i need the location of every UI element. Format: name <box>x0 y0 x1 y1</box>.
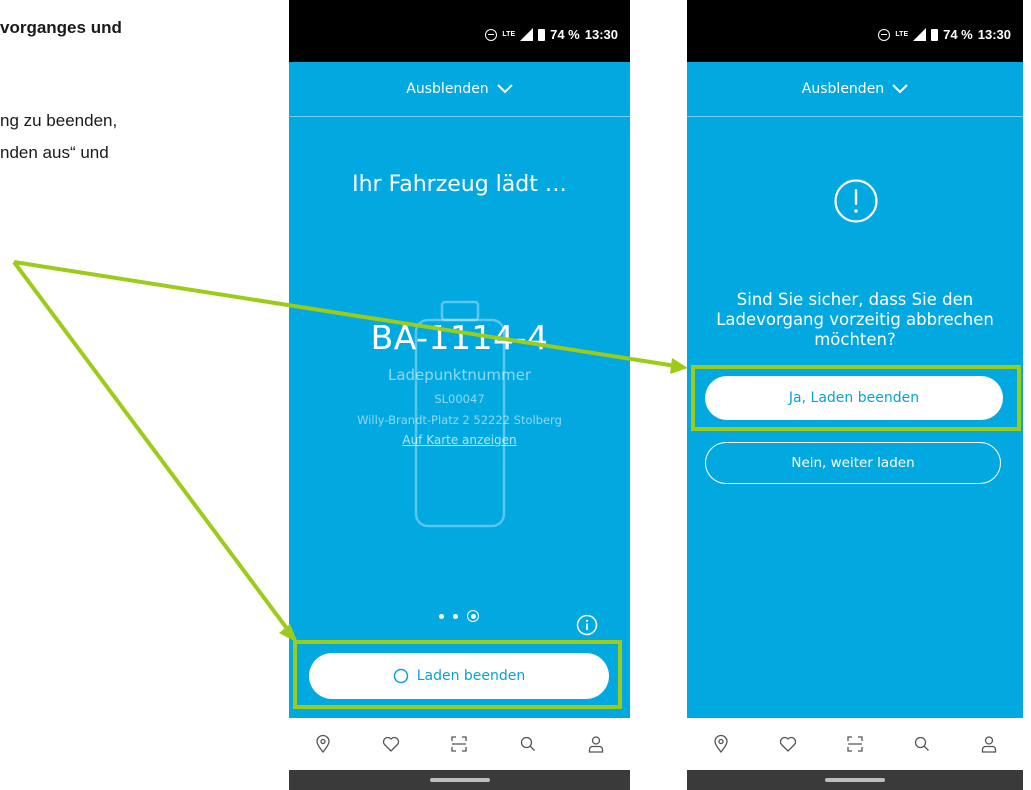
loading-ring-icon <box>393 668 408 684</box>
charge-point-id: SL00047 <box>434 392 485 406</box>
chevron-down-icon <box>496 84 513 94</box>
gesture-handle[interactable] <box>825 778 885 782</box>
network-label: LTE <box>895 31 909 38</box>
pager-dot[interactable] <box>439 613 444 619</box>
hide-label: Ausblenden <box>801 81 885 97</box>
charge-point-label: Ladepunktnummer <box>387 366 532 384</box>
info-icon[interactable] <box>576 614 598 636</box>
gesture-bar <box>687 770 1023 790</box>
charge-point-address: Willy-Brandt-Platz 2 52222 Stolberg <box>357 413 562 427</box>
bottom-navigation <box>289 718 630 770</box>
scan-icon[interactable] <box>845 734 865 754</box>
confirm-stop-button[interactable]: Ja, Laden beenden <box>705 376 1003 420</box>
scan-icon[interactable] <box>449 734 469 754</box>
document-line: ng zu beenden, <box>0 111 118 130</box>
status-time: 13:30 <box>977 27 1011 42</box>
document-heading: vorganges und <box>0 18 122 37</box>
chevron-down-icon <box>892 84 908 94</box>
search-icon[interactable] <box>518 734 538 754</box>
gesture-handle[interactable] <box>429 778 490 782</box>
pager-dots <box>439 610 479 622</box>
continue-charging-label: Nein, weiter laden <box>791 455 915 471</box>
hide-toggle[interactable]: Ausblenden <box>687 62 1023 117</box>
profile-icon[interactable] <box>979 734 999 754</box>
phone-charging-screen: LTE 74 % 13:30 Ausblenden Ihr Fahrzeug l… <box>289 0 630 790</box>
location-pin-icon[interactable] <box>711 734 731 754</box>
pager-dot[interactable] <box>453 613 458 619</box>
hide-toggle[interactable]: Ausblenden <box>289 62 630 117</box>
battery-level: 74 % <box>943 27 973 42</box>
exclamation-icon <box>834 179 878 223</box>
arrow-head <box>670 358 688 374</box>
show-on-map-link[interactable]: Auf Karte anzeigen <box>289 433 630 447</box>
bottom-navigation <box>687 718 1023 770</box>
search-icon[interactable] <box>912 734 932 754</box>
confirm-question: Sind Sie sicher, dass Sie den Ladevorgan… <box>716 290 994 349</box>
location-pin-icon[interactable] <box>313 734 333 754</box>
dnd-icon <box>878 28 891 41</box>
battery-level: 74 % <box>550 27 580 42</box>
signal-icon <box>913 28 927 41</box>
stop-charging-label: Laden beenden <box>416 668 526 684</box>
network-label: LTE <box>502 31 516 38</box>
battery-icon <box>931 28 939 41</box>
dnd-icon <box>485 28 498 41</box>
status-bar: LTE 74 % 13:30 <box>687 0 1023 62</box>
status-bar: LTE 74 % 13:30 <box>289 0 630 62</box>
heart-icon[interactable] <box>381 734 401 754</box>
heart-icon[interactable] <box>778 734 798 754</box>
license-plate: BA-1114-4 <box>370 318 549 357</box>
signal-icon <box>520 28 534 41</box>
stop-charging-button[interactable]: Laden beenden <box>309 653 609 699</box>
confirm-stop-label: Ja, Laden beenden <box>788 390 920 406</box>
gesture-bar <box>289 770 630 790</box>
profile-icon[interactable] <box>586 734 606 754</box>
document-line: nden aus“ und <box>0 143 109 162</box>
charging-title: Ihr Fahrzeug lädt … <box>352 172 567 197</box>
arrow-to-stop-button <box>12 260 293 636</box>
pager-dot-active[interactable] <box>467 610 479 622</box>
status-time: 13:30 <box>584 27 618 42</box>
battery-icon <box>538 28 546 41</box>
phone-confirm-screen: LTE 74 % 13:30 Ausblenden Sind Sie siche… <box>687 0 1023 790</box>
continue-charging-button[interactable]: Nein, weiter laden <box>705 442 1001 484</box>
hide-label: Ausblenden <box>406 81 489 97</box>
